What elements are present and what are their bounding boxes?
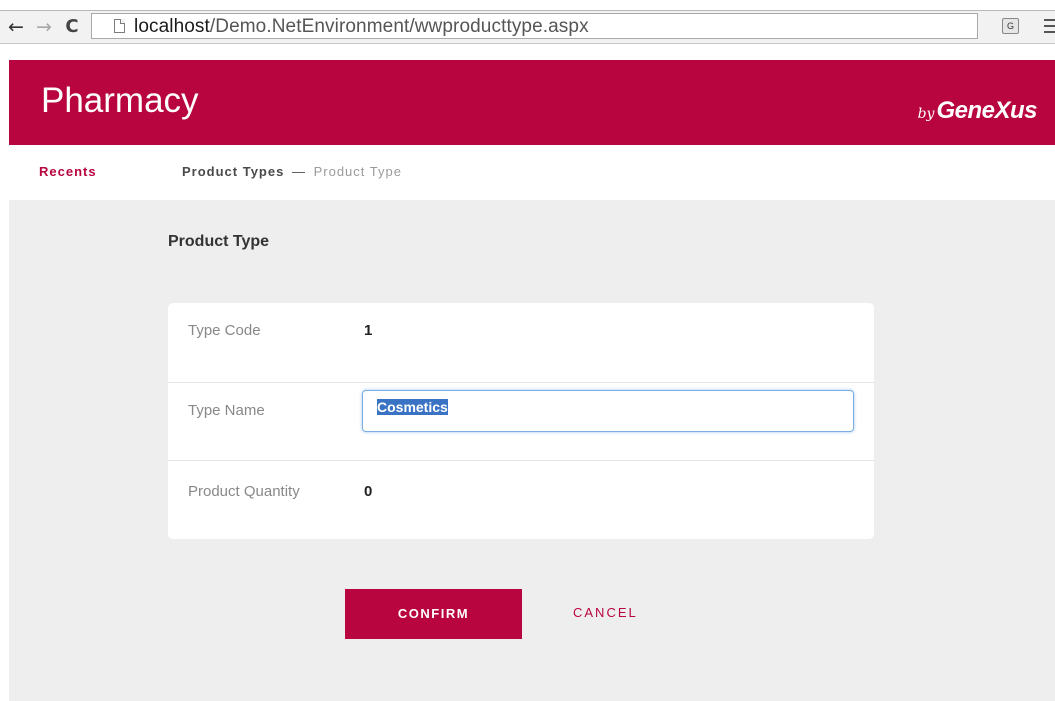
form-card: Type Code 1 Type Name Cosmetics Product …: [168, 303, 874, 539]
main-content: Product Type Type Code 1 Type Name Cosme…: [9, 200, 1055, 701]
reload-icon[interactable]: C: [62, 16, 82, 38]
cancel-button[interactable]: CANCEL: [573, 605, 638, 620]
url-path: /Demo.NetEnvironment/wwproducttype.aspx: [209, 16, 589, 37]
back-arrow-icon[interactable]: ←: [6, 16, 26, 38]
recents-link[interactable]: Recents: [39, 164, 97, 179]
field-row-product-quantity: Product Quantity 0: [168, 461, 874, 539]
breadcrumb-bar: Recents Product Types — Product Type: [9, 145, 1055, 200]
product-quantity-value: 0: [364, 483, 373, 500]
forward-arrow-icon[interactable]: →: [34, 16, 54, 38]
type-code-label: Type Code: [188, 322, 261, 339]
product-quantity-label: Product Quantity: [188, 483, 300, 500]
type-name-label: Type Name: [188, 402, 265, 419]
brand-name: GeneXus: [936, 97, 1037, 124]
app-header: Pharmacy byGeneXus: [9, 60, 1055, 145]
breadcrumb-separator: —: [291, 164, 306, 179]
field-row-type-code: Type Code 1: [168, 303, 874, 383]
brand-by: by: [917, 106, 935, 122]
genexus-logo: byGeneXus: [917, 97, 1038, 125]
breadcrumb-product-type: Product Type: [313, 164, 402, 179]
breadcrumb-product-types[interactable]: Product Types: [182, 164, 284, 179]
page-icon: [114, 19, 125, 33]
breadcrumb: Product Types — Product Type: [182, 164, 402, 179]
type-code-value: 1: [364, 322, 373, 339]
url-host: localhost: [134, 16, 210, 37]
type-name-selected-text: Cosmetics: [377, 399, 448, 415]
translate-icon[interactable]: G: [1002, 18, 1019, 34]
url-text[interactable]: localhost/Demo.NetEnvironment/wwproductt…: [134, 16, 589, 38]
hamburger-menu-icon[interactable]: [1038, 19, 1055, 33]
browser-toolbar: ← → C localhost/Demo.NetEnvironment/wwpr…: [0, 0, 1055, 44]
app-title[interactable]: Pharmacy: [41, 81, 199, 121]
confirm-button[interactable]: CONFIRM: [345, 589, 522, 639]
page-title: Product Type: [168, 233, 270, 250]
field-row-type-name: Type Name Cosmetics: [168, 383, 874, 461]
address-bar[interactable]: localhost/Demo.NetEnvironment/wwproductt…: [91, 13, 978, 39]
type-name-input[interactable]: Cosmetics: [362, 390, 854, 432]
